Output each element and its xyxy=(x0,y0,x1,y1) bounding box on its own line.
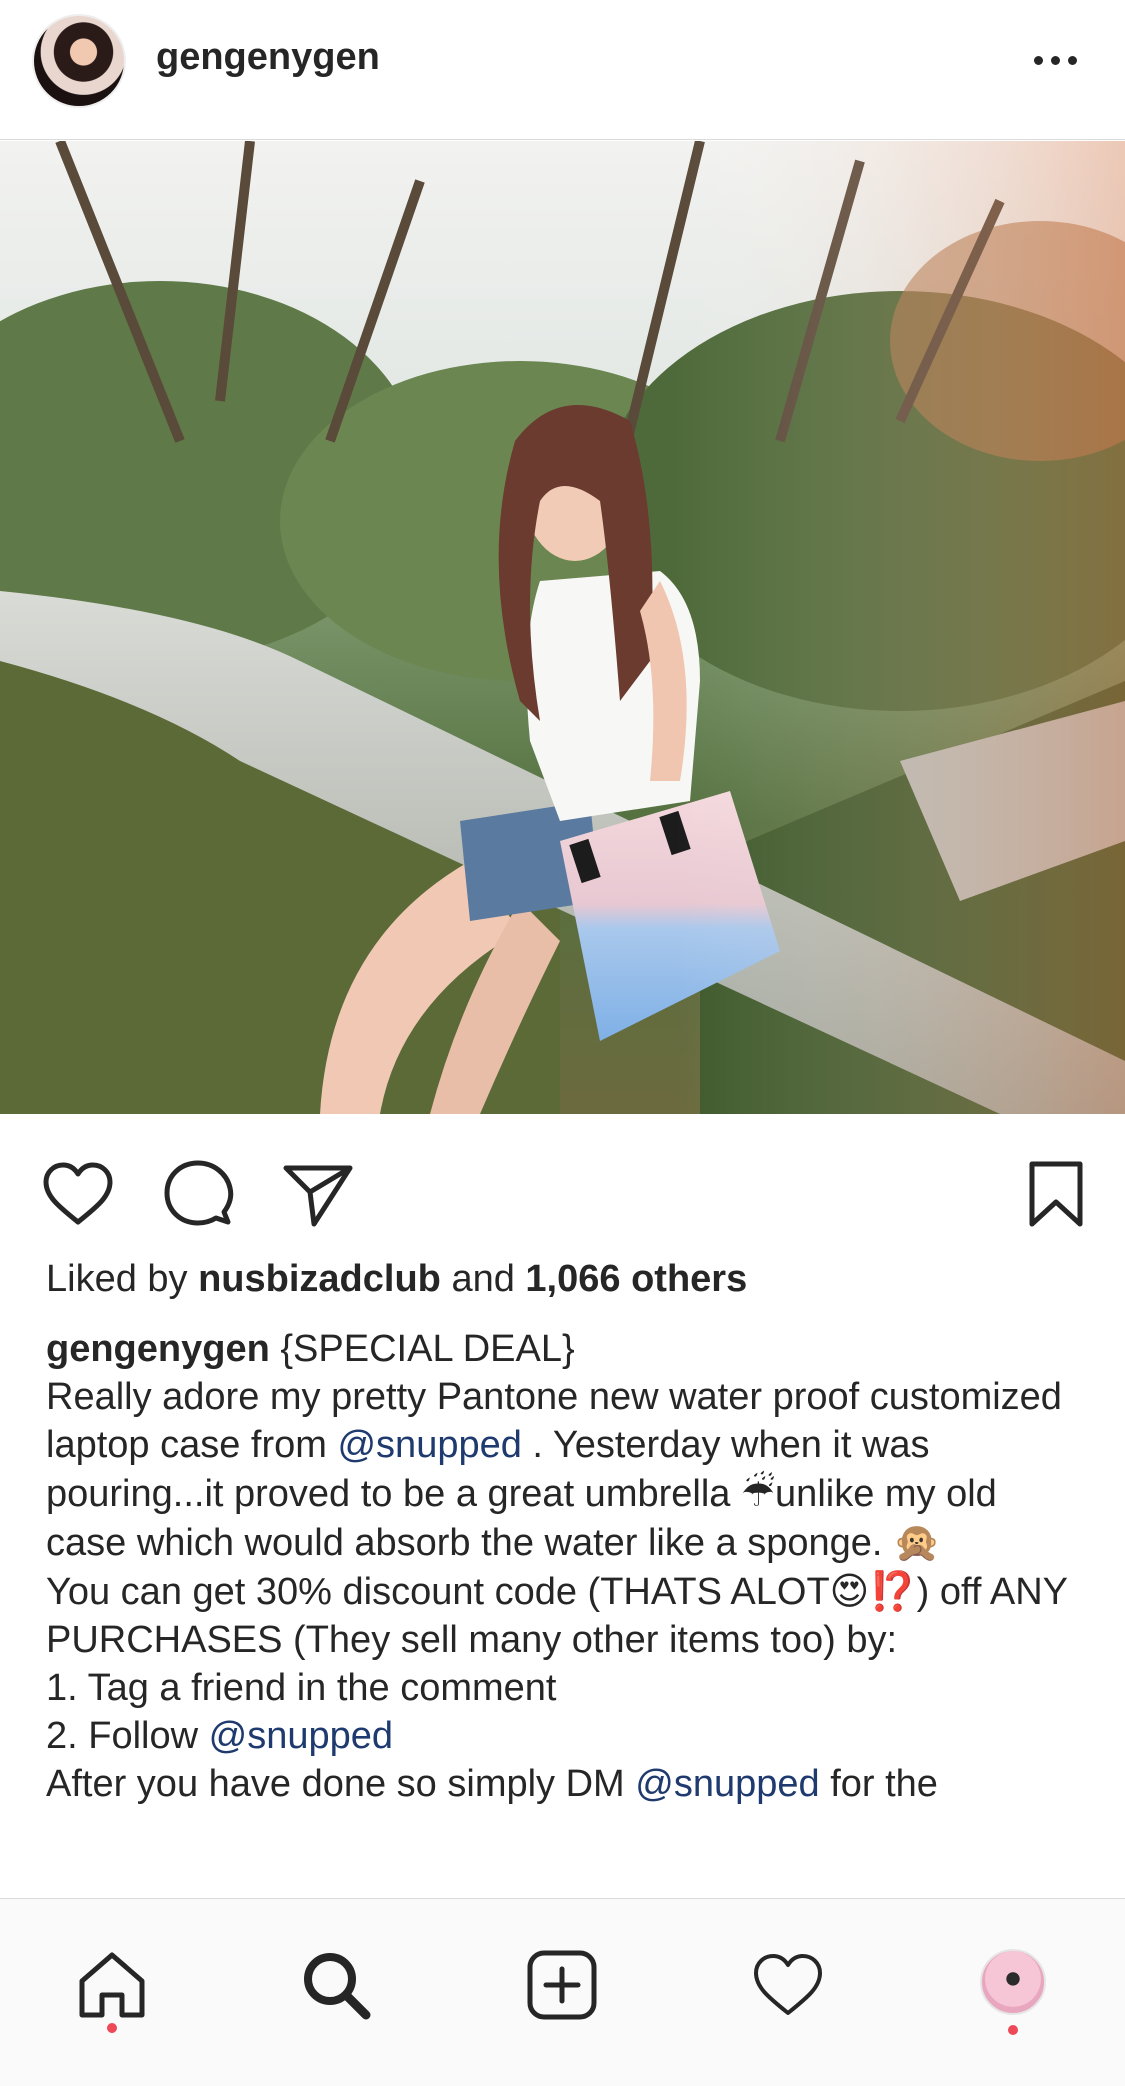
caption-text: for the xyxy=(819,1763,938,1805)
interrobang-emoji: ⁉️ xyxy=(869,1569,917,1613)
profile-avatar[interactable] xyxy=(980,1949,1046,2015)
monkey-emoji: 🙊 xyxy=(893,1520,941,1564)
umbrella-emoji: ☔ xyxy=(740,1471,776,1515)
add-post-icon[interactable] xyxy=(522,1945,602,2025)
first-liker-link[interactable]: nusbizadclub xyxy=(198,1258,441,1300)
caption-text: You can get 30% discount code (THATS ALO… xyxy=(46,1571,830,1613)
home-icon[interactable] xyxy=(72,1945,152,2025)
profile-notification-dot xyxy=(1008,2025,1018,2035)
heart-eyes-emoji: 😍 xyxy=(829,1569,870,1613)
mention-link[interactable]: @snupped xyxy=(337,1424,521,1466)
more-dot xyxy=(1050,55,1060,65)
mention-link[interactable]: @snupped xyxy=(209,1715,393,1757)
search-icon[interactable] xyxy=(296,1945,376,2025)
caption-headline: {SPECIAL DEAL} xyxy=(269,1328,575,1370)
post-photo-illustration xyxy=(0,141,1125,1114)
caption-text: 2. Follow xyxy=(46,1715,209,1757)
more-options-icon[interactable] xyxy=(1025,40,1085,80)
home-notification-dot xyxy=(107,2023,117,2033)
heart-icon[interactable] xyxy=(38,1154,118,1234)
likes-summary: Liked by nusbizadclub and 1,066 others xyxy=(46,1258,747,1301)
more-dot xyxy=(1067,55,1077,65)
bottom-navigation xyxy=(0,1898,1125,2086)
comment-icon[interactable] xyxy=(158,1154,238,1234)
caption-text: After you have done so simply DM xyxy=(46,1763,636,1805)
post-header: gengenygen xyxy=(0,0,1125,140)
likes-prefix: Liked by xyxy=(46,1258,199,1300)
post-photo[interactable] xyxy=(0,141,1125,1114)
caption-username[interactable]: gengenygen xyxy=(46,1328,270,1370)
author-username[interactable]: gengenygen xyxy=(156,36,380,79)
author-avatar[interactable] xyxy=(32,14,126,108)
more-dot xyxy=(1033,55,1043,65)
mention-link[interactable]: @snupped xyxy=(635,1763,819,1805)
likes-middle: and xyxy=(440,1258,526,1300)
post-action-bar xyxy=(0,1140,1125,1230)
others-likes-link[interactable]: 1,066 others xyxy=(525,1258,747,1300)
caption-step: 1. Tag a friend in the comment xyxy=(46,1667,557,1709)
activity-heart-icon[interactable] xyxy=(748,1945,828,2025)
bookmark-icon[interactable] xyxy=(1016,1154,1096,1234)
post-caption: gengenygen {SPECIAL DEAL} Really adore m… xyxy=(46,1325,1086,1895)
send-icon[interactable] xyxy=(278,1154,358,1234)
